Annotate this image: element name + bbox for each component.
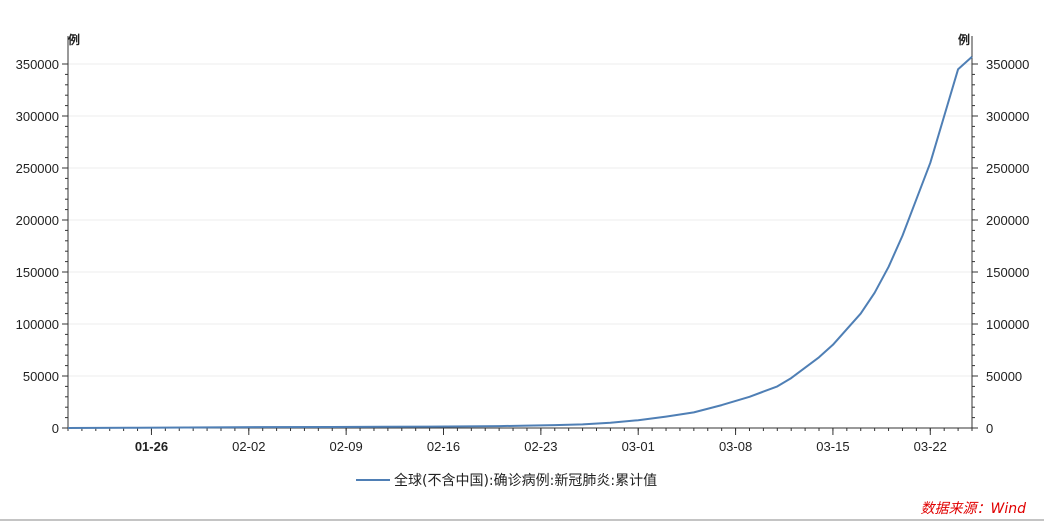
source-label: 数据来源：Wind bbox=[921, 501, 1027, 517]
left-y-tick-label: 0 bbox=[52, 421, 59, 436]
right-y-unit-label: 例 bbox=[958, 32, 970, 47]
left-y-tick-label: 300000 bbox=[16, 109, 59, 124]
left-y-tick-label: 50000 bbox=[23, 369, 59, 384]
right-y-tick-label: 350000 bbox=[986, 57, 1029, 72]
axes bbox=[67, 36, 973, 429]
x-tick-label: 03-22 bbox=[914, 439, 947, 454]
right-y-tick-label: 50000 bbox=[986, 369, 1022, 384]
series-line bbox=[67, 55, 973, 429]
right-y-tick-label: 100000 bbox=[986, 317, 1029, 332]
right-y-tick-label: 150000 bbox=[986, 265, 1029, 280]
x-tick-label: 01-26 bbox=[135, 439, 168, 454]
x-tick-label: 02-02 bbox=[232, 439, 265, 454]
left-y-tick-label: 200000 bbox=[16, 213, 59, 228]
left-y-tick-label: 150000 bbox=[16, 265, 59, 280]
left-y-tick-label: 350000 bbox=[16, 57, 59, 72]
right-y-ticks: 0 50000 100000 150000 200000 250000 300000 3500… bbox=[972, 57, 1029, 436]
line-chart: 0 50000 100000 150000 200000 250000 300000 3500… bbox=[0, 32, 1044, 521]
x-tick-label: 02-16 bbox=[427, 439, 460, 454]
right-y-tick-label: 0 bbox=[986, 421, 993, 436]
right-y-tick-label: 250000 bbox=[986, 161, 1029, 176]
x-tick-label: 02-23 bbox=[524, 439, 557, 454]
series-group bbox=[67, 55, 973, 429]
x-tick-label: 03-15 bbox=[816, 439, 849, 454]
grid-lines bbox=[68, 63, 972, 377]
left-y-tick-label: 100000 bbox=[16, 317, 59, 332]
x-tick-label: 03-01 bbox=[622, 439, 655, 454]
left-y-tick-label: 250000 bbox=[16, 161, 59, 176]
legend: 全球(不含中国):确诊病例:新冠肺炎:累计值 bbox=[356, 472, 657, 489]
right-y-tick-label: 200000 bbox=[986, 213, 1029, 228]
legend-label: 全球(不含中国):确诊病例:新冠肺炎:累计值 bbox=[394, 472, 657, 489]
right-y-tick-label: 300000 bbox=[986, 109, 1029, 124]
left-y-ticks: 0 50000 100000 150000 200000 250000 300000 3500… bbox=[16, 57, 68, 436]
x-tick-label: 02-09 bbox=[330, 439, 363, 454]
x-ticks: 01-26 02-02 02-09 02-16 02-23 03-01 03-08 03-15… bbox=[67, 428, 973, 454]
left-y-unit-label: 例 bbox=[68, 32, 80, 47]
x-tick-label: 03-08 bbox=[719, 439, 752, 454]
